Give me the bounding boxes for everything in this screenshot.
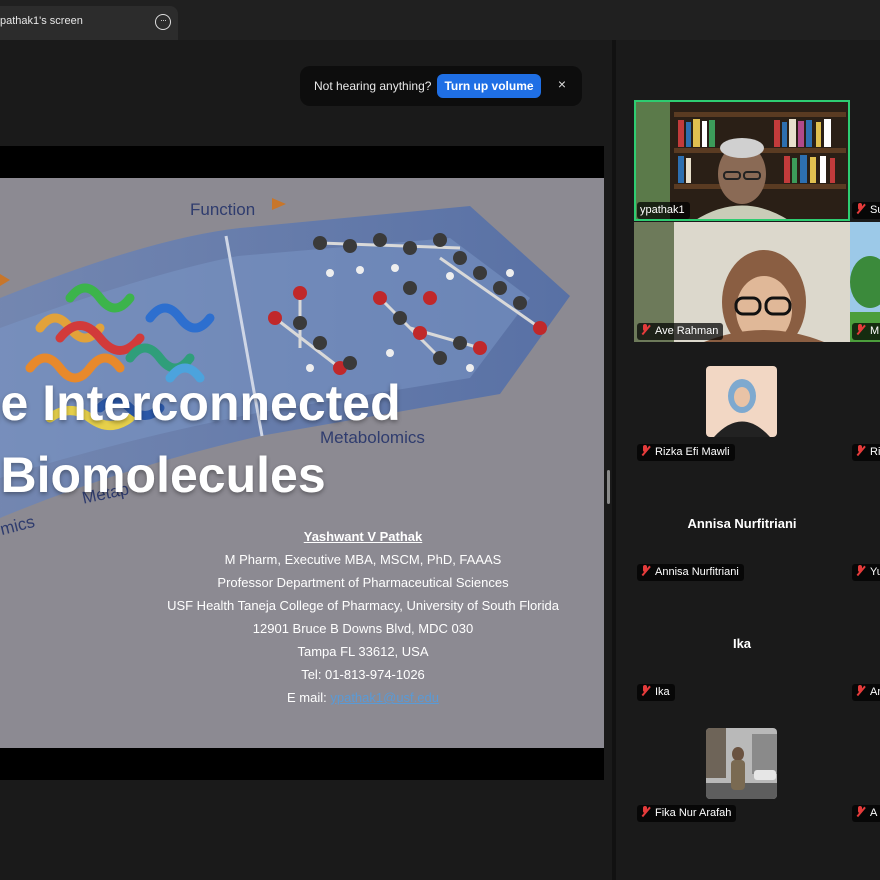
function-label: Function [190, 200, 256, 219]
close-icon[interactable]: × [555, 76, 569, 92]
author-address: 12901 Bruce B Downs Blvd, MDC 030 [252, 621, 474, 636]
participant-tile-su[interactable]: Su [852, 100, 880, 221]
resize-handle[interactable] [607, 470, 610, 504]
muted-mic-icon [855, 203, 865, 214]
participant-tile-rizka-efi-mawli[interactable]: Rizka Efi Mawli [634, 344, 850, 464]
participant-name: Ave Rahman [655, 325, 719, 337]
muted-mic-icon [855, 806, 865, 817]
muted-mic-icon [640, 324, 650, 335]
muted-mic-icon [640, 445, 650, 456]
participant-name: Ika [655, 686, 670, 698]
participant-tile-ri[interactable]: Ri [852, 344, 880, 464]
participant-display-name: Ika [732, 636, 752, 651]
participant-name-tag: A [852, 805, 880, 822]
avatar [706, 366, 777, 437]
muted-mic-icon [640, 565, 650, 576]
participant-name-tag: Ave Rahman [637, 323, 724, 340]
participant-name-tag: Yu [852, 564, 880, 581]
muted-mic-icon [640, 806, 650, 817]
participant-name-tag: Rizka Efi Mawli [637, 444, 735, 461]
author-name: Yashwant V Pathak [303, 529, 423, 544]
tab-title: pathak1's screen [0, 15, 83, 27]
participant-name-tag: M [852, 323, 880, 340]
audio-toast: Not hearing anything? Turn up volume × [300, 66, 582, 106]
participant-tile-yu[interactable]: Yu [852, 465, 880, 585]
participant-name: An [870, 686, 880, 698]
presentation-slide: Function Metabolomics Metap mics he Inte… [0, 178, 604, 748]
participant-name-tag: Fika Nur Arafah [637, 805, 737, 822]
participant-name: Annisa Nurfitriani [655, 566, 739, 578]
participant-name: ypathak1 [640, 204, 685, 216]
author-email-line: E mail: ypathak1@usf.edu [0, 690, 604, 705]
email-label: E mail: [287, 690, 331, 705]
participant-name-tag: Ika [637, 684, 675, 701]
author-phone: Tel: 01-813-974-1026 [301, 667, 425, 682]
muted-mic-icon [855, 685, 865, 696]
screen-share-tab[interactable]: pathak1's screen ··· [0, 6, 178, 40]
participant-name: Fika Nur Arafah [655, 807, 732, 819]
participant-name-tag: Su [852, 202, 880, 219]
author-city: Tampa FL 33612, USA [297, 644, 429, 659]
email-link[interactable]: ypathak1@usf.edu [330, 690, 439, 705]
participant-tile-ave-rahman[interactable]: Ave Rahman [634, 222, 850, 342]
slide-title-line2: f Biomolecules [0, 447, 326, 503]
ellipsis-icon[interactable]: ··· [155, 14, 171, 30]
toast-message: Not hearing anything? [314, 79, 432, 93]
participant-tile-a[interactable]: A [852, 707, 880, 827]
author-position: Professor Department of Pharmaceutical S… [217, 575, 509, 590]
participant-name-tag: An [852, 684, 880, 701]
participant-name: Su [870, 204, 880, 216]
muted-mic-icon [855, 324, 865, 335]
participant-tile-ika[interactable]: Ika Ika [634, 586, 850, 706]
avatar [706, 728, 777, 799]
muted-mic-icon [640, 685, 650, 696]
participant-name: A [870, 807, 878, 819]
author-credentials: M Pharm, Executive MBA, MSCM, PhD, FAAAS [224, 552, 502, 567]
participant-tile-m[interactable]: M [850, 222, 880, 342]
participant-tile-fika-nur-arafah[interactable]: Fika Nur Arafah [634, 707, 850, 827]
participant-name-tag: Annisa Nurfitriani [637, 564, 744, 581]
muted-mic-icon [855, 445, 865, 456]
muted-mic-icon [855, 565, 865, 576]
participant-name-tag: Ri [852, 444, 880, 461]
participant-name-tag: ypathak1 [637, 202, 690, 219]
participant-tile-annisa-nurfitriani[interactable]: Annisa Nurfitriani Annisa Nurfitriani [634, 465, 850, 585]
participant-name: Rizka Efi Mawli [655, 446, 730, 458]
slide-title-line1: he Interconnected [0, 375, 401, 431]
author-institution: USF Health Taneja College of Pharmacy, U… [167, 598, 559, 613]
participant-name: Yu [870, 566, 880, 578]
turn-up-volume-button[interactable]: Turn up volume [437, 74, 541, 98]
participant-display-name: Annisa Nurfitriani [687, 516, 797, 531]
participant-tile-an[interactable]: An [852, 586, 880, 706]
participant-name: M [870, 325, 880, 337]
participant-tile-ypathak1[interactable]: ypathak1 [634, 100, 850, 221]
participant-name: Ri [870, 446, 880, 458]
top-bar: pathak1's screen ··· [0, 0, 880, 40]
